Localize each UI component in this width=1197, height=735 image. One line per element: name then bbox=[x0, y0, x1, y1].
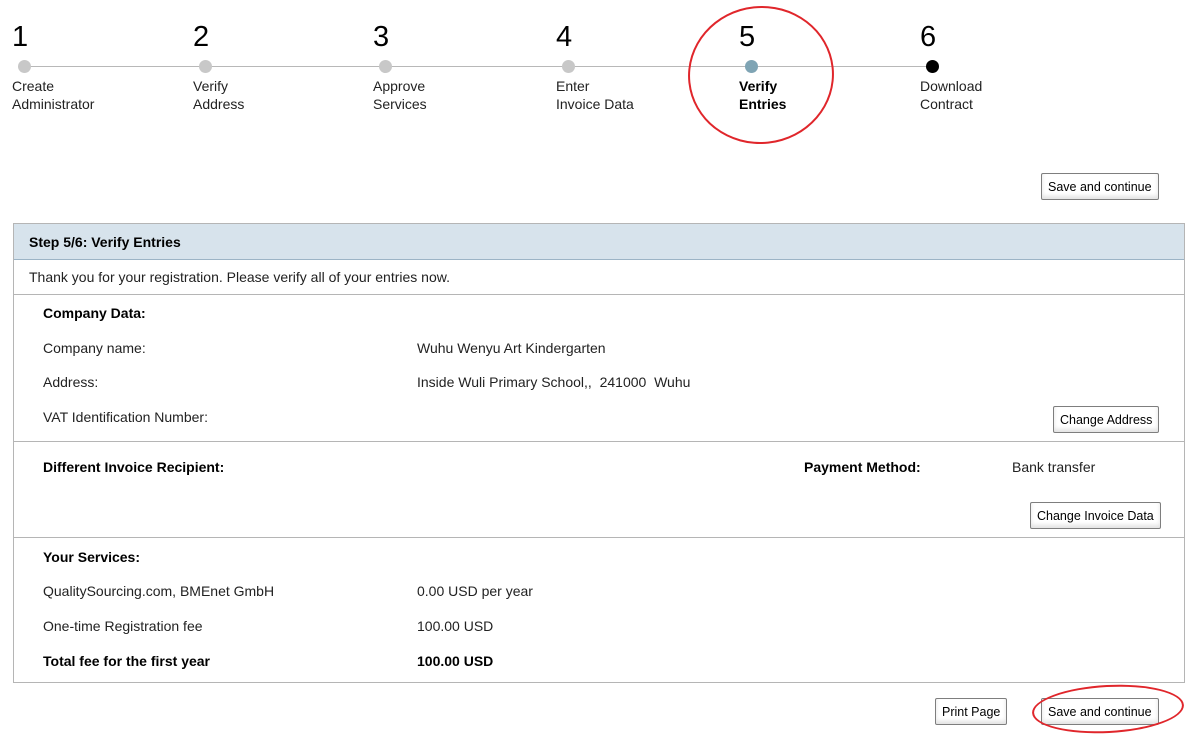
panel-intro-text: Thank you for your registration. Please … bbox=[29, 269, 450, 285]
step-6: 6 Download Contract bbox=[920, 21, 1070, 112]
payment-method-label: Payment Method: bbox=[804, 459, 921, 475]
step-label: Download Contract bbox=[920, 78, 983, 112]
stepper-track-line bbox=[18, 66, 930, 67]
step-dot-done bbox=[562, 60, 575, 73]
service-row-name: QualitySourcing.com, BMEnet GmbH bbox=[43, 583, 275, 599]
total-fee-label: Total fee for the first year bbox=[43, 653, 211, 669]
service-row-name: One-time Registration fee bbox=[43, 618, 203, 634]
step-4: 4 Enter Invoice Data bbox=[556, 21, 706, 112]
step-2: 2 Verify Address bbox=[193, 21, 343, 112]
save-and-continue-button-bottom[interactable]: Save and continue bbox=[1041, 698, 1159, 725]
panel-title: Step 5/6: Verify Entries bbox=[29, 234, 181, 250]
company-name-value: Wuhu Wenyu Art Kindergarten bbox=[417, 340, 606, 356]
step-label: Create Administrator bbox=[12, 78, 95, 112]
print-page-button[interactable]: Print Page bbox=[935, 698, 1008, 725]
company-data-heading: Company Data: bbox=[43, 305, 146, 321]
step-dot-done bbox=[199, 60, 212, 73]
step-number: 1 bbox=[12, 21, 29, 53]
step-dot-done bbox=[18, 60, 31, 73]
step-number: 5 bbox=[739, 21, 756, 53]
step-5-current: 5 Verify Entries bbox=[739, 21, 889, 112]
step-number: 2 bbox=[193, 21, 210, 53]
step-label: Verify Address bbox=[193, 78, 245, 112]
step-1: 1 Create Administrator bbox=[12, 21, 162, 112]
service-row-value: 0.00 USD per year bbox=[417, 583, 533, 599]
step-label: Enter Invoice Data bbox=[556, 78, 634, 112]
step-label: Approve Services bbox=[373, 78, 427, 112]
change-invoice-data-button[interactable]: Change Invoice Data bbox=[1030, 502, 1161, 529]
verify-entries-panel: Step 5/6: Verify Entries Thank you for y… bbox=[13, 223, 1185, 683]
step-dot-done bbox=[379, 60, 392, 73]
total-fee-value: 100.00 USD bbox=[417, 653, 494, 669]
divider bbox=[14, 441, 1184, 442]
address-value: Inside Wuli Primary School,, 241000 Wuhu bbox=[417, 374, 691, 390]
step-dot-next bbox=[926, 60, 939, 73]
company-name-label: Company name: bbox=[43, 340, 146, 356]
save-and-continue-button-top[interactable]: Save and continue bbox=[1041, 173, 1159, 200]
invoice-recipient-label: Different Invoice Recipient: bbox=[43, 459, 225, 475]
step-number: 4 bbox=[556, 21, 573, 53]
payment-method-value: Bank transfer bbox=[1012, 459, 1096, 475]
step-number: 3 bbox=[373, 21, 390, 53]
panel-header: Step 5/6: Verify Entries bbox=[14, 224, 1184, 260]
address-label: Address: bbox=[43, 374, 99, 390]
change-address-button[interactable]: Change Address bbox=[1053, 406, 1160, 433]
services-heading: Your Services: bbox=[43, 549, 141, 565]
step-dot-current bbox=[745, 60, 758, 73]
step-label: Verify Entries bbox=[739, 78, 787, 112]
divider bbox=[14, 537, 1184, 538]
divider bbox=[14, 294, 1184, 295]
progress-stepper: 1 Create Administrator 2 Verify Address … bbox=[0, 0, 1197, 152]
step-3: 3 Approve Services bbox=[373, 21, 523, 112]
vat-number-label: VAT Identification Number: bbox=[43, 409, 208, 425]
service-row-value: 100.00 USD bbox=[417, 618, 494, 634]
step-number: 6 bbox=[920, 21, 937, 53]
